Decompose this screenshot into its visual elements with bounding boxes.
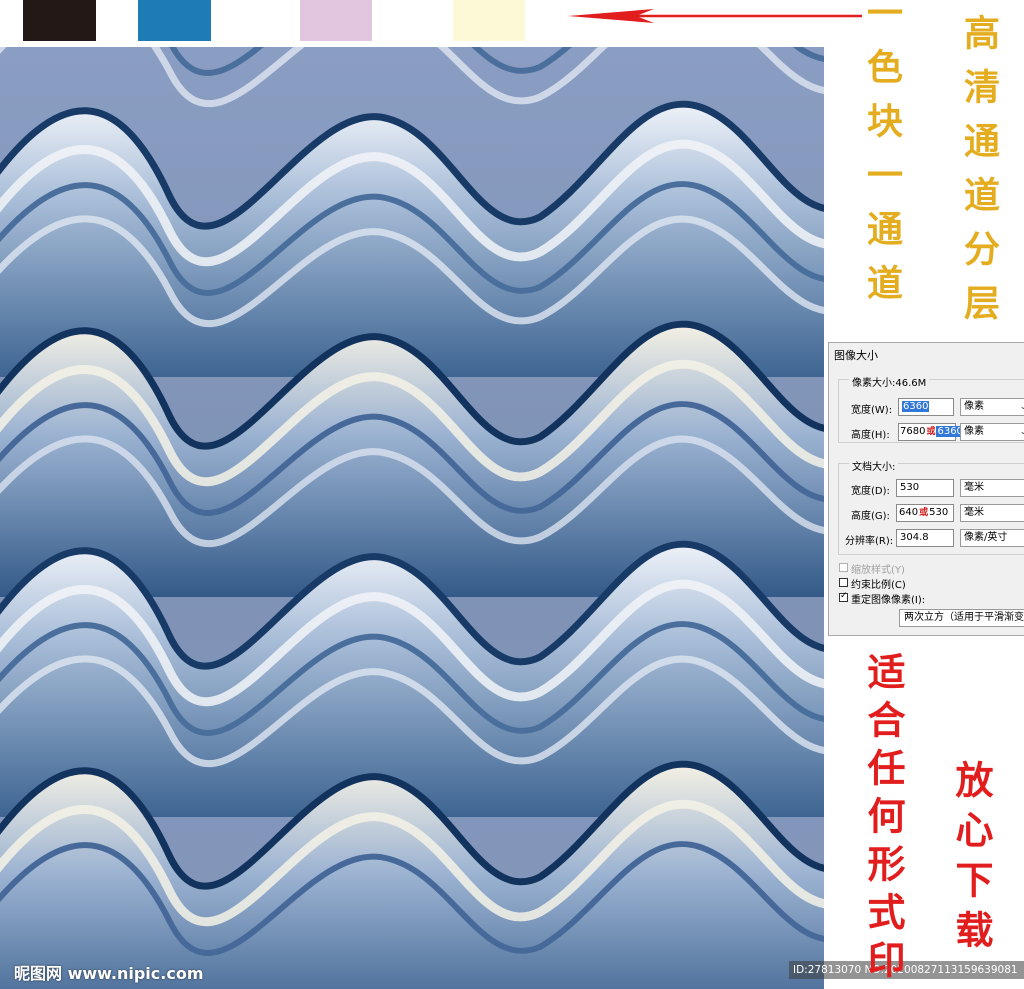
resolution-input[interactable]: 304.8 [896,529,954,547]
height-label: 高度(H): [851,430,890,441]
scale-styles-checkbox[interactable] [839,563,848,572]
doc-width-label: 宽度(D): [851,486,890,497]
wave-pattern-artwork: 昵图网 www.nipic.com [0,47,824,989]
caption-safe-download: 放心下载 [949,760,994,960]
pixel-height-unit-select[interactable]: 像素⌄ [960,423,1024,441]
chevron-down-icon: ⌄ [1019,424,1024,440]
doc-width-unit-select[interactable]: 毫米 [960,479,1024,497]
color-swatch-pink [300,0,372,41]
document-size-label: 文档大小: [849,458,899,473]
left-arrow-icon [568,9,862,23]
chevron-down-icon: ⌄ [1019,399,1024,415]
pixel-height-input[interactable]: 7680或 6360 [898,423,964,441]
color-swatch-black [23,0,96,41]
resample-image-checkbox[interactable]: ✓ [839,591,848,602]
resolution-label: 分辨率(R): [845,536,894,547]
doc-width-input[interactable]: 530 [896,479,954,497]
wave-pattern-image [0,47,824,989]
resample-image-label: 重定图像像素(I): [851,595,926,606]
dialog-title: 图像大小 [834,349,878,362]
caption-suitable-for-printing: 适合任何形式印 [861,652,906,988]
constrain-proportions-label: 约束比例(C) [851,580,906,591]
resolution-unit-select[interactable]: 像素/英寸 [960,529,1024,547]
resample-method-select[interactable]: 两次立方（适用于平滑渐变 [899,609,1024,627]
pixel-dimensions-label: 像素大小:46.6M [849,374,930,389]
site-watermark: 昵图网 www.nipic.com [14,964,204,983]
pixel-width-unit-select[interactable]: 像素⌄ [960,398,1024,416]
color-swatch-cream [453,0,525,41]
scale-styles-label: 缩放样式(Y) [851,565,905,576]
checkmark-icon: ✓ [840,591,848,601]
caption-hd-channel-layers: 高清通道分层 [958,14,1000,338]
width-label: 宽度(W): [851,405,893,416]
pixel-width-input[interactable]: 6360 [898,398,954,416]
image-size-dialog: 图像大小 像素大小:46.6M 宽度(W): 6360 像素⌄ 高度(H): 7… [828,342,1024,636]
doc-height-input[interactable]: 640或530 [896,504,954,522]
caption-one-color-one-channel: 一色块一通道 [861,0,903,318]
constrain-proportions-checkbox[interactable] [839,578,848,587]
doc-height-unit-select[interactable]: 毫米 [960,504,1024,522]
color-swatch-blue [138,0,211,41]
doc-height-label: 高度(G): [851,511,890,522]
